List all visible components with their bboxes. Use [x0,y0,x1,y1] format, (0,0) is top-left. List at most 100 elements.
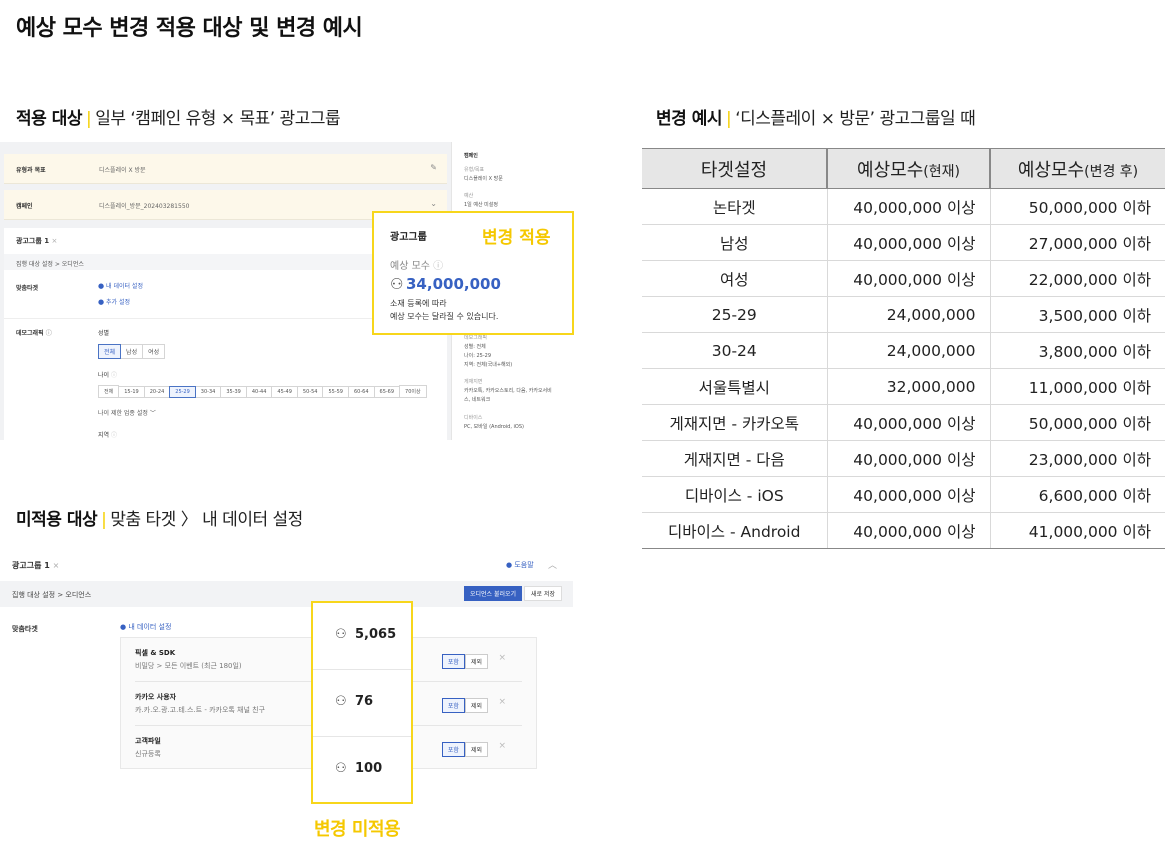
custom-target-screenshot: 광고그룹 1 × ● 도움말 ︿ 집행 대상 설정 > 오디언스 오디언스 불러… [0,548,573,853]
table-row: 여성 40,000,000 이상 22,000,000 이하 [642,260,1165,297]
adgroup-header: 광고그룹 1 × ● 도움말 ︿ [0,548,573,580]
help-circle-icon[interactable]: ⓘ [111,372,117,379]
table-cell: 서울특별시 [642,368,827,405]
table-cell: 3,500,000 이하 [989,296,1165,333]
exclude-button[interactable]: 제외 [464,698,488,713]
table-header-row: 타겟설정 예상모수 (현재) 예상모수(변경 후) [642,148,1165,189]
table-cell: 40,000,000 이상 [826,224,990,261]
age-option[interactable]: 30-34 [194,386,222,398]
include-button[interactable]: 포함 [441,654,465,669]
custom-target-label: 맞춤타겟 [16,285,39,292]
close-icon[interactable]: × [498,697,506,707]
age-option[interactable]: 15-19 [118,386,145,398]
age-label-text: 나이 [98,372,110,379]
age-option[interactable]: 전체 [98,385,120,398]
gender-label: 성별 [98,330,110,337]
my-data-link-text: 내 데이터 설정 [128,623,172,631]
side-budget-key: 예산 [464,193,474,199]
pencil-icon[interactable]: ✎ [430,163,437,172]
plus-circle-icon: ● [98,282,105,290]
help-circle-icon[interactable]: ⓘ [111,432,117,439]
my-data-setting-link[interactable]: ● 내 데이터 설정 [120,622,171,632]
exclude-button[interactable]: 제외 [464,654,488,669]
header-main: 예상모수 [1017,159,1085,181]
table-cell: 3,800,000 이하 [989,332,1165,369]
plus-circle-icon: ● [120,623,127,631]
age-option[interactable]: 70이상 [399,385,427,398]
close-icon[interactable]: × [498,741,506,751]
section-apply-bold: 적용 대상 [16,109,82,129]
audience-count: ⚇ 100 [313,737,411,804]
type-goal-row[interactable]: 유형과 목표 디스플레이 X 방문 ✎ [4,154,447,184]
side-demo-region: 지역: 전체(국내+해외) [464,362,513,368]
help-link[interactable]: ● 도움말 [506,560,534,570]
include-button[interactable]: 포함 [441,742,465,757]
exclude-button[interactable]: 제외 [464,742,488,757]
gender-option-all[interactable]: 전체 [98,344,122,359]
add-setting-link[interactable]: ● 추가 설정 [98,297,130,306]
age-limit-link[interactable]: 나이 제한 업종 설정 ﹀ [98,408,156,417]
table-cell: 게재지면 - 다음 [642,440,827,477]
table-cell: 25-29 [642,296,827,333]
table-cell: 디바이스 - Android [642,512,827,549]
table-cell: 32,000,000 [826,368,990,405]
close-icon[interactable]: × [53,561,60,570]
side-type-value: 디스플레이 X 방문 [464,176,503,182]
help-circle-icon[interactable]: ⓘ [433,261,443,272]
age-option[interactable]: 50-54 [296,386,324,398]
side-demo-gender: 성별: 전체 [464,344,486,350]
table-cell: 30-24 [642,332,827,369]
section-example-title: 변경 예시 | ‘디스플레이 × 방문’ 광고그룹일 때 [656,104,976,129]
age-limit-link-text: 나이 제한 업종 설정 [98,410,148,417]
section-example-rest: ‘디스플레이 × 방문’ 광고그룹일 때 [735,109,976,129]
table-cell: 22,000,000 이하 [989,260,1165,297]
info-icon: ● [506,561,513,569]
age-option[interactable]: 55-59 [322,386,349,398]
section-not-apply-bold: 미적용 대상 [16,510,98,530]
person-icon: ⚇ [335,694,347,709]
include-button[interactable]: 포함 [441,698,465,713]
table-cell: 27,000,000 이하 [989,224,1165,261]
campaign-value: 디스플레이_방문_202403281550 [99,203,190,210]
table-cell: 24,000,000 [826,296,990,333]
age-option[interactable]: 65-69 [373,386,401,398]
divider: | [725,109,732,129]
add-setting-link-text: 추가 설정 [106,299,131,306]
table-row: 25-29 24,000,000 3,500,000 이하 [642,296,1165,333]
table-cell: 40,000,000 이상 [826,476,990,513]
adgroup-heading: 광고그룹 [390,232,427,243]
side-device-key: 디바이스 [464,415,483,421]
item-name: 카카오 사용자 [135,693,177,701]
gender-option-male[interactable]: 남성 [120,344,144,359]
age-option[interactable]: 45-49 [271,386,298,398]
chevron-down-icon[interactable]: ⌄ [430,199,437,208]
close-icon[interactable]: × [498,653,506,663]
side-device-value: PC, 모바일 (Android, iOS) [464,424,524,430]
table-header: 예상모수(변경 후) [989,148,1165,189]
header-sub: (현재) [923,163,960,180]
age-option[interactable]: 60-64 [347,386,375,398]
table-cell: 11,000,000 이하 [989,368,1165,405]
age-option[interactable]: 20-24 [143,386,171,398]
save-new-button[interactable]: 새로 저장 [524,586,562,601]
gender-option-female[interactable]: 여성 [142,344,166,359]
table-cell: 논타겟 [642,188,827,225]
header-main: 타겟설정 [700,159,768,181]
close-icon[interactable]: × [52,237,58,245]
age-option[interactable]: 35-39 [220,386,247,398]
load-audience-button[interactable]: 오디언스 불러오기 [464,586,523,601]
plus-circle-icon: ● [98,298,105,306]
estimate-label: 예상 모수 ⓘ [390,257,443,272]
section-not-apply-rest: 맞춤 타겟 〉 내 데이터 설정 [110,510,303,530]
my-data-setting-link[interactable]: ● 내 데이터 설정 [98,281,143,290]
age-option[interactable]: 40-44 [245,386,273,398]
table-row: 게재지면 - 카카오톡 40,000,000 이상 50,000,000 이하 [642,404,1165,441]
side-type-key: 유형/목표 [464,167,485,173]
item-detail: 카.카.오.광.고.테.스.트 - 카카오톡 채널 친구 [135,706,266,714]
chevron-up-icon[interactable]: ︿ [548,558,557,571]
age-option-selected[interactable]: 25-29 [169,386,196,398]
header-sub: (변경 후) [1084,163,1139,180]
change-applied-tag: 변경 적용 [482,228,551,248]
table-cell: 게재지면 - 카카오톡 [642,404,827,441]
help-circle-icon[interactable]: ⓘ [46,330,52,337]
